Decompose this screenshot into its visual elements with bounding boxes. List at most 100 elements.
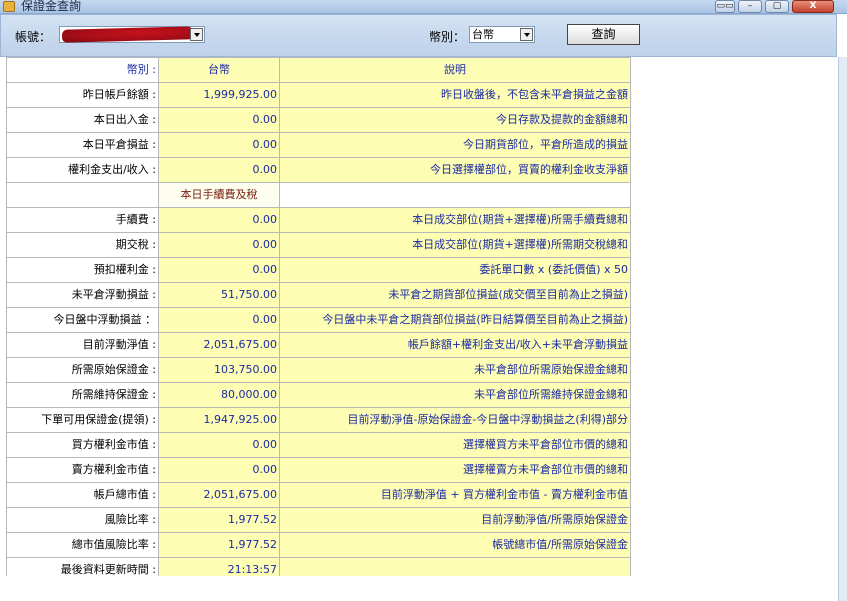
row-value: 1,977.52	[158, 532, 280, 558]
row-description: 今日選擇權部位，買賣的權利金收支淨額	[279, 157, 631, 183]
table-row: 帳戶總市值 :2,051,675.00 目前浮動淨值 + 買方權利金市值 - 賣方…	[6, 482, 631, 508]
row-description: 目前浮動淨值/所需原始保證金	[279, 507, 631, 533]
account-redaction	[61, 26, 195, 43]
query-button[interactable]: 查詢	[567, 24, 640, 45]
table-row: 所需維持保證金 :80,000.00 未平倉部位所需維持保證金總和	[6, 382, 631, 408]
restore-icon[interactable]: ▭▭	[715, 0, 735, 13]
row-label: 目前浮動淨值 :	[6, 332, 159, 358]
currency-select[interactable]: 台幣	[469, 26, 535, 43]
row-value: 0.00	[158, 457, 280, 483]
row-description: 未平倉之期貨部位損益(成交價至目前為止之損益)	[279, 282, 631, 308]
query-toolbar: 帳號： 幣別： 台幣 查詢	[0, 14, 837, 57]
table-row: 期交稅 :0.00 本日成交部位(期貨+選擇權)所需期交稅總和	[6, 232, 631, 258]
table-row: 預扣權利金 :0.00 委託單口數 x (委託價值) x 50	[6, 257, 631, 283]
row-value: 21:13:57	[158, 557, 280, 576]
row-description: 昨日收盤後，不包含未平倉損益之金額	[279, 82, 631, 108]
row-value: 0.00	[158, 157, 280, 183]
header-currency-label: 幣別 :	[6, 57, 159, 83]
row-label: 本日平倉損益 :	[6, 132, 159, 158]
row-value: 51,750.00	[158, 282, 280, 308]
row-value: 0.00	[158, 132, 280, 158]
row-description: 帳號總市值/所需原始保證金	[279, 532, 631, 558]
row-value: 1,947,925.00	[158, 407, 280, 433]
row-label: 買方權利金市值 :	[6, 432, 159, 458]
row-value: 0.00	[158, 257, 280, 283]
row-description: 目前浮動淨值 + 買方權利金市值 - 賣方權利金市值	[279, 482, 631, 508]
section-title: 本日手續費及稅	[158, 182, 280, 208]
row-label: 今日盤中浮動損益 ：	[6, 307, 159, 333]
row-label: 最後資料更新時間 :	[6, 557, 159, 576]
app-icon	[3, 1, 15, 12]
table-row: 本日平倉損益 :0.00 今日期貨部位，平倉所造成的損益	[6, 132, 631, 158]
currency-select-value: 台幣	[472, 28, 494, 41]
table-row: 今日盤中浮動損益 ： 0.00 今日盤中未平倉之期貨部位損益(昨日結算價至目前為止之…	[6, 307, 631, 333]
table-row: 手續費 :0.00 本日成交部位(期貨+選擇權)所需手續費總和	[6, 207, 631, 233]
row-value: 0.00	[158, 107, 280, 133]
table-row: 昨日帳戶餘額 :1,999,925.00 昨日收盤後，不包含未平倉損益之金額	[6, 82, 631, 108]
close-button[interactable]: X	[792, 0, 834, 13]
section-row: 本日手續費及稅	[6, 182, 631, 208]
table-header-row: 幣別 : 台幣 說明	[6, 57, 631, 83]
row-value: 0.00	[158, 232, 280, 258]
row-description: 委託單口數 x (委託價值) x 50	[279, 257, 631, 283]
row-value: 0.00	[158, 207, 280, 233]
chevron-down-icon[interactable]	[190, 28, 203, 41]
table-row: 本日出入金 :0.00 今日存款及提款的金額總和	[6, 107, 631, 133]
currency-label: 幣別：	[429, 30, 466, 44]
maximize-button[interactable]: ▢	[765, 0, 789, 13]
row-label: 預扣權利金 :	[6, 257, 159, 283]
table-row: 總市值風險比率 :1,977.52 帳號總市值/所需原始保證金	[6, 532, 631, 558]
window-title: 保證金查詢	[21, 0, 82, 13]
row-description: 本日成交部位(期貨+選擇權)所需期交稅總和	[279, 232, 631, 258]
row-description: 目前浮動淨值-原始保證金-今日盤中浮動損益之(利得)部分	[279, 407, 631, 433]
row-value: 2,051,675.00	[158, 482, 280, 508]
window-bottom-area	[0, 576, 838, 601]
row-description: 本日成交部位(期貨+選擇權)所需手續費總和	[279, 207, 631, 233]
row-value: 80,000.00	[158, 382, 280, 408]
table-row: 最後資料更新時間 :21:13:57	[6, 557, 631, 576]
account-select[interactable]	[59, 26, 205, 43]
header-currency-value: 台幣	[158, 57, 280, 83]
row-description: 今日存款及提款的金額總和	[279, 107, 631, 133]
row-description: 未平倉部位所需維持保證金總和	[279, 382, 631, 408]
chevron-down-icon[interactable]	[520, 28, 533, 41]
table-row: 買方權利金市值 :0.00 選擇權買方未平倉部位市價的總和	[6, 432, 631, 458]
row-description: 今日期貨部位，平倉所造成的損益	[279, 132, 631, 158]
row-description: 今日盤中未平倉之期貨部位損益(昨日結算價至目前為止之損益)	[279, 307, 631, 333]
row-label: 本日出入金 :	[6, 107, 159, 133]
table-row: 賣方權利金市值 :0.00 選擇權賣方未平倉部位市價的總和	[6, 457, 631, 483]
table-row: 風險比率 :1,977.52 目前浮動淨值/所需原始保證金	[6, 507, 631, 533]
table-row: 權利金支出/收入 :0.00 今日選擇權部位，買賣的權利金收支淨額	[6, 157, 631, 183]
window-right-edge	[838, 57, 847, 601]
row-label: 手續費 :	[6, 207, 159, 233]
row-label: 所需維持保證金 :	[6, 382, 159, 408]
row-value: 1,977.52	[158, 507, 280, 533]
row-label: 賣方權利金市值 :	[6, 457, 159, 483]
header-description: 說明	[279, 57, 631, 83]
row-value: 0.00	[158, 307, 280, 333]
row-value: 103,750.00	[158, 357, 280, 383]
row-value: 1,999,925.00	[158, 82, 280, 108]
table-row: 下單可用保證金(提領) :1,947,925.00 目前浮動淨值-原始保證金-今日…	[6, 407, 631, 433]
row-label: 未平倉浮動損益 :	[6, 282, 159, 308]
margin-content: 幣別 : 台幣 說明 昨日帳戶餘額 :1,999,925.00 昨日收盤後，不包含…	[6, 57, 837, 576]
row-label: 下單可用保證金(提領) :	[6, 407, 159, 433]
title-bar: 保證金查詢 ▭▭ – ▢ X	[0, 0, 847, 14]
row-description: 帳戶餘額+權利金支出/收入+未平倉浮動損益	[279, 332, 631, 358]
section-blank-cell	[279, 182, 631, 208]
row-label: 總市值風險比率 :	[6, 532, 159, 558]
row-description: 未平倉部位所需原始保證金總和	[279, 357, 631, 383]
row-label: 期交稅 :	[6, 232, 159, 258]
row-value: 2,051,675.00	[158, 332, 280, 358]
row-label: 所需原始保證金 :	[6, 357, 159, 383]
row-description: 選擇權買方未平倉部位市價的總和	[279, 432, 631, 458]
margin-table: 幣別 : 台幣 說明 昨日帳戶餘額 :1,999,925.00 昨日收盤後，不包含…	[6, 57, 631, 576]
table-row: 未平倉浮動損益 :51,750.00 未平倉之期貨部位損益(成交價至目前為止之損益…	[6, 282, 631, 308]
table-row: 所需原始保證金 :103,750.00 未平倉部位所需原始保證金總和	[6, 357, 631, 383]
row-label: 風險比率 :	[6, 507, 159, 533]
account-label: 帳號：	[15, 30, 52, 44]
row-value: 0.00	[158, 432, 280, 458]
row-description: 選擇權賣方未平倉部位市價的總和	[279, 457, 631, 483]
minimize-button[interactable]: –	[738, 0, 762, 13]
row-label: 權利金支出/收入 :	[6, 157, 159, 183]
